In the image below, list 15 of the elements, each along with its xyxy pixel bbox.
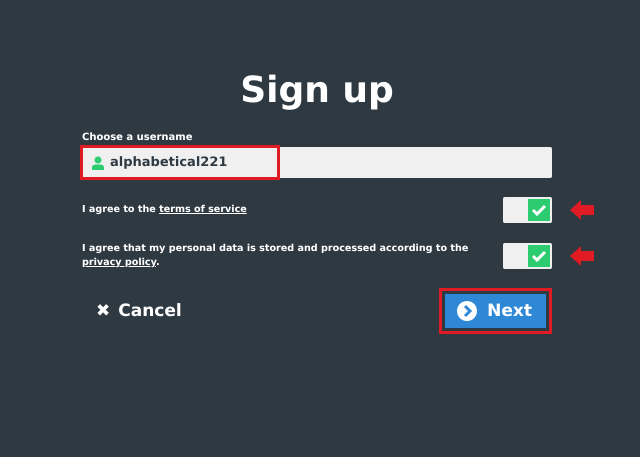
field-label: Choose a username [82,132,192,143]
check-icon [531,250,547,262]
toggle-checkbox[interactable] [503,197,552,223]
next-button[interactable]: Next [445,294,546,328]
check-icon [531,204,547,216]
chevron-circle-icon [457,301,478,321]
toggle-checkbox[interactable] [503,243,552,269]
user-icon [92,156,104,170]
policy-link[interactable]: privacy policy [82,257,156,268]
page-title: Sign up [239,70,395,111]
agreement-text: I agree that my personal data is stored and processed according to the privacy policy. [82,242,470,270]
policy-link[interactable]: terms of service [159,204,247,215]
cancel-button[interactable]: ✖ Cancel [96,301,182,321]
agreement-text: I agree to the terms of service [82,203,248,217]
username-field[interactable]: alphabetical221 [82,147,552,178]
